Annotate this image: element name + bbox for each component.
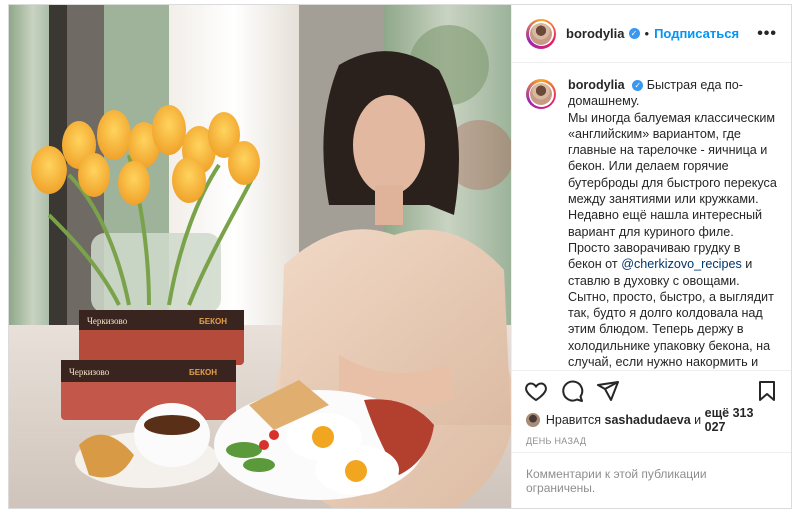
caption-author[interactable]: borodylia <box>568 78 625 92</box>
action-bar <box>512 370 791 410</box>
separator-dot: • <box>644 26 650 41</box>
comments-closed-notice: Комментарии к этой публикации ограничены… <box>512 452 791 508</box>
verified-badge-icon: ✓ <box>632 80 644 92</box>
liker-username[interactable]: sashadudaeva <box>605 413 691 427</box>
caption-area: borodylia ✓ Быстрая еда по-домашнему. Мы… <box>512 63 791 370</box>
more-options-icon[interactable]: ••• <box>757 25 777 43</box>
svg-text:БЕКОН: БЕКОН <box>189 368 217 377</box>
post-timestamp[interactable]: ДЕНЬ НАЗАД <box>512 430 791 452</box>
heart-icon[interactable] <box>524 379 548 403</box>
bookmark-icon[interactable] <box>755 379 779 403</box>
svg-text:Черкизово: Черкизово <box>87 316 128 326</box>
follow-button[interactable]: Подписаться <box>654 26 739 41</box>
verified-badge-icon: ✓ <box>628 28 640 39</box>
mention-link[interactable]: @cherkizovo_recipes <box>621 257 742 271</box>
photo-illustration: Черкизово БЕКОН Черкизово БЕКОН <box>9 5 511 508</box>
post-sidebar: borodylia ✓ • Подписаться ••• borodylia … <box>511 5 791 508</box>
caption-avatar[interactable] <box>526 79 556 109</box>
svg-text:БЕКОН: БЕКОН <box>199 317 227 326</box>
likes-prefix: Нравится <box>545 413 602 427</box>
comment-icon[interactable] <box>560 379 584 403</box>
caption-text: borodylia ✓ Быстрая еда по-домашнему. Мы… <box>568 77 777 370</box>
caption-body: Быстрая еда по-домашнему. Мы иногда балу… <box>568 78 777 272</box>
bacon-pack-top: Черкизово БЕКОН <box>79 310 244 365</box>
post-header: borodylia ✓ • Подписаться ••• <box>512 5 791 63</box>
author-avatar[interactable] <box>526 18 556 49</box>
post-photo[interactable]: Черкизово БЕКОН Черкизово БЕКОН <box>9 5 511 508</box>
caption-body-end: и ставлю в духовку с овощами. Сытно, про… <box>568 257 774 370</box>
author-username[interactable]: borodylia <box>566 26 625 41</box>
likes-summary: Нравится sashadudaeva и ещё 313 027 <box>512 406 791 434</box>
share-icon[interactable] <box>596 379 620 403</box>
svg-text:Черкизово: Черкизово <box>69 367 110 377</box>
likes-middle: и <box>694 413 702 427</box>
liker-avatar[interactable] <box>526 413 540 427</box>
instagram-post: Черкизово БЕКОН Черкизово БЕКОН borodyli… <box>8 4 792 509</box>
